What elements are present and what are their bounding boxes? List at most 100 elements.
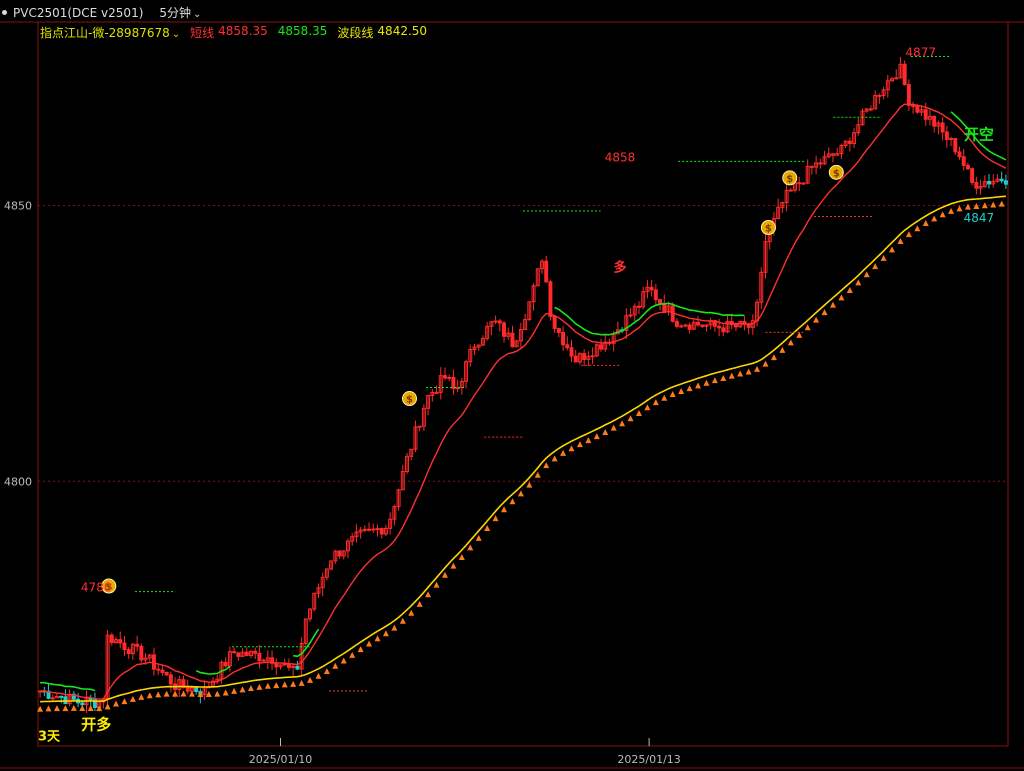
candle-body (50, 697, 55, 700)
candle-body (367, 528, 372, 531)
wave-arrow-mark (922, 220, 929, 227)
candle-body (915, 105, 920, 113)
candle-body (679, 325, 684, 328)
wave-arrow-mark (728, 372, 735, 379)
candle-body (502, 322, 506, 337)
wave-arrow-mark (349, 651, 356, 658)
wave-arrow-mark (880, 254, 887, 261)
wave-arrow-mark (939, 211, 946, 218)
coin-glyph: $ (833, 168, 840, 179)
candle-body (940, 122, 945, 133)
candle-body (417, 425, 422, 428)
candle-body (223, 661, 228, 667)
wave-arrow-mark (104, 703, 111, 710)
chevron-down-icon: ⌄ (193, 9, 202, 20)
wave-arrow-mark (222, 689, 229, 696)
wave-arrow-mark (619, 420, 626, 427)
wave-arrow-mark (998, 200, 1005, 207)
wave-arrow-mark (53, 705, 60, 712)
wave-arrow-mark (585, 437, 592, 444)
wave-arrow-mark (450, 562, 457, 569)
candle-body (746, 323, 751, 328)
indicator-name-text: 指点江山-微-28987678 (40, 26, 170, 40)
candle-body (797, 182, 802, 185)
candle-body (257, 652, 262, 662)
indicator-name[interactable]: 指点江山-微-28987678 ⌄ (40, 24, 180, 41)
wave-arrow-mark (96, 705, 103, 712)
wave-arrow-mark (762, 360, 769, 367)
wave-arrow-mark (172, 690, 179, 697)
wave-arrow-mark (298, 679, 305, 686)
wave-arrow-mark (981, 202, 988, 209)
plot-frame (37, 21, 1009, 747)
candle-body (548, 281, 553, 318)
wave-arrow-mark (754, 365, 761, 372)
wave-arrow-mark (560, 449, 567, 456)
wave-arrow-mark (188, 690, 195, 697)
wave-arrow-mark (931, 215, 938, 222)
candle-body (932, 115, 937, 127)
candle-body (552, 316, 557, 329)
candle-body (649, 286, 654, 291)
wave-arrow-mark (155, 691, 162, 698)
candle-body (628, 314, 633, 317)
candle-body (362, 528, 367, 531)
wave-arrow-mark (838, 294, 845, 301)
candle-body (599, 344, 603, 350)
short-line (40, 103, 1007, 700)
signal-label: 3天 (38, 729, 61, 744)
coin-glyph: $ (786, 174, 793, 185)
signal-label: 多 (613, 260, 626, 276)
wave-arrow-mark (846, 287, 853, 294)
candle-body (371, 528, 376, 531)
candle-body (911, 104, 916, 107)
wave-arrow-mark (45, 705, 52, 712)
period-selector[interactable]: 5分钟 ⌄ (159, 4, 201, 21)
price-annotation: 4858 (605, 150, 636, 164)
candle-body (126, 649, 131, 655)
wave-arrow-mark (711, 377, 718, 384)
wave-arrow-mark (340, 657, 347, 664)
mid-line-segment (554, 302, 745, 336)
wave-arrow-mark (256, 683, 263, 690)
x-tick-label: 2025/01/13 (617, 753, 680, 766)
wave-arrow-mark (79, 705, 86, 712)
wave-arrow-mark (855, 279, 862, 286)
candle-body (375, 528, 380, 531)
wave-arrow-mark (281, 681, 288, 688)
price-chart[interactable]: 480048502025/01/10 2025/01/13$$$$$4780485… (0, 0, 1024, 771)
wave-arrow-mark (366, 640, 373, 647)
wave-line-value: 4842.50 (377, 24, 428, 38)
candle-body (63, 696, 68, 705)
wave-arrow-mark (163, 690, 170, 697)
wave-arrow-mark (905, 231, 912, 238)
candle-body (734, 324, 738, 328)
candle-body (565, 344, 570, 349)
wave-arrow-mark (307, 676, 314, 683)
wave-arrow-mark (231, 687, 238, 694)
candle-body (497, 320, 502, 324)
candle-body (164, 671, 169, 676)
symbol-label[interactable]: PVC2501(DCE v2501) (13, 6, 143, 20)
wave-arrow-mark (661, 394, 668, 401)
wave-arrow-mark (425, 591, 432, 598)
candle-body (700, 324, 705, 327)
candle-body (253, 650, 258, 654)
wave-arrow-mark (526, 481, 533, 488)
candle-body (721, 327, 726, 333)
short-line-label: 短线 (190, 26, 215, 40)
wave-arrow-mark (686, 385, 693, 392)
candle-body (687, 324, 692, 330)
signal-label: 开空 (964, 125, 994, 143)
candle-body (109, 634, 114, 644)
wave-arrow-mark (458, 554, 465, 561)
indicator-bar: 指点江山-微-28987678 ⌄ 短线 4858.35 4858.35 波段线 … (40, 24, 427, 41)
x-tick-label: 2025/01/10 (249, 753, 312, 766)
wave-arrow-mark (467, 544, 474, 551)
candle-body (906, 84, 911, 106)
wave-arrow-mark (973, 202, 980, 209)
y-tick-label: 4800 (4, 475, 32, 488)
candle-body (569, 347, 574, 357)
wave-arrow-mark (129, 695, 136, 702)
wave-arrow-mark (863, 271, 870, 278)
